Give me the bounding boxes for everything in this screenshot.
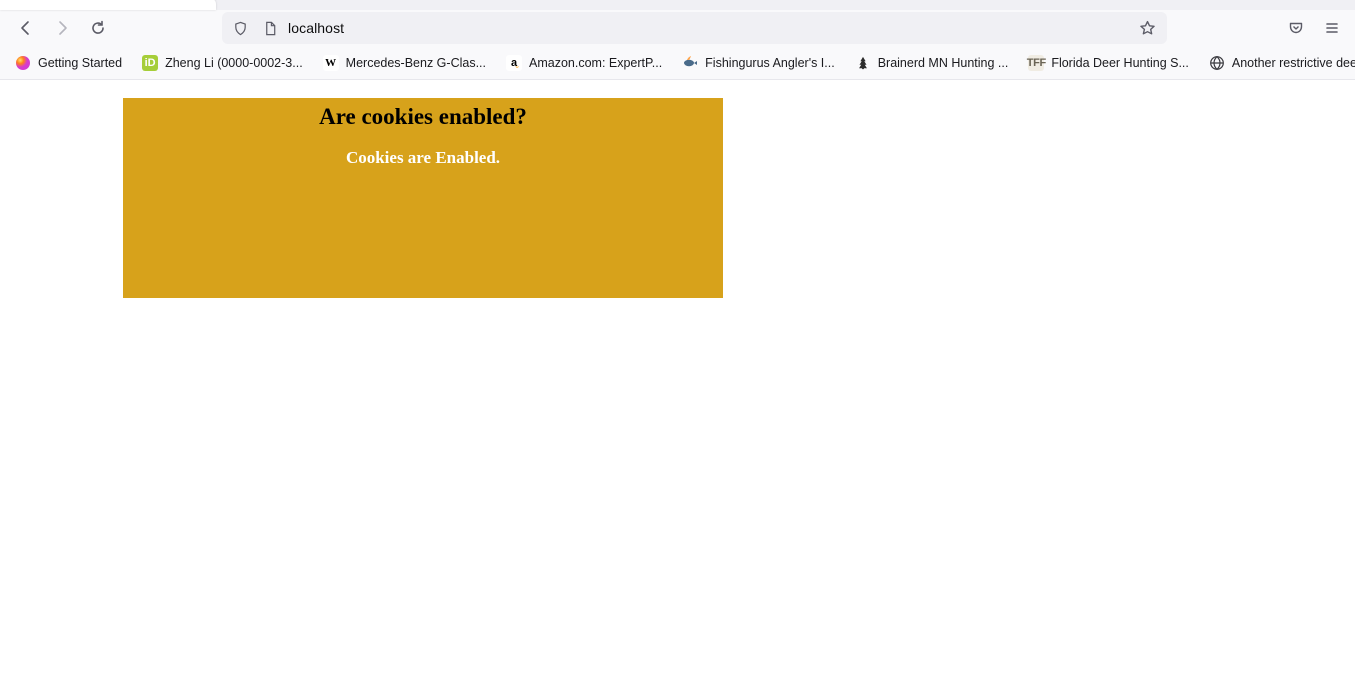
bookmark-item[interactable]: iD Zheng Li (0000-0002-3...: [133, 51, 312, 75]
globe-icon: [1209, 55, 1225, 71]
bookmark-label: Zheng Li (0000-0002-3...: [165, 56, 303, 70]
page-viewport: Are cookies enabled? Cookies are Enabled…: [0, 80, 1355, 686]
browser-chrome: localhost Getting Started iD Zheng Li (0…: [0, 0, 1355, 80]
bookmark-label: Florida Deer Hunting S...: [1051, 56, 1189, 70]
bookmark-label: Fishingurus Angler's I...: [705, 56, 835, 70]
shield-icon[interactable]: [228, 16, 252, 40]
bookmark-label: Brainerd MN Hunting ...: [878, 56, 1009, 70]
wikipedia-icon: W: [323, 55, 339, 71]
url-bar[interactable]: localhost: [222, 12, 1167, 44]
page-icon: [258, 16, 282, 40]
card-status-text: Cookies are Enabled.: [123, 148, 723, 168]
bookmark-label: Amazon.com: ExpertP...: [529, 56, 662, 70]
back-button[interactable]: [10, 12, 42, 44]
bookmark-item[interactable]: Another restrictive dee...: [1200, 51, 1355, 75]
cookie-status-card: Are cookies enabled? Cookies are Enabled…: [123, 98, 723, 298]
bookmark-item[interactable]: TFF Florida Deer Hunting S...: [1019, 51, 1198, 75]
firefox-icon: [15, 55, 31, 71]
orcid-icon: iD: [142, 55, 158, 71]
bookmarks-toolbar: Getting Started iD Zheng Li (0000-0002-3…: [0, 46, 1355, 80]
tree-icon: [855, 55, 871, 71]
active-tab[interactable]: [0, 0, 216, 10]
amazon-icon: a̮: [506, 55, 522, 71]
card-heading: Are cookies enabled?: [123, 104, 723, 130]
fish-icon: [682, 55, 698, 71]
tff-icon: TFF: [1028, 55, 1044, 71]
bookmark-item[interactable]: Getting Started: [6, 51, 131, 75]
bookmark-label: Another restrictive dee...: [1232, 56, 1355, 70]
nav-toolbar: localhost: [0, 10, 1355, 46]
tab-strip: [0, 0, 1355, 10]
toolbar-right: [1281, 12, 1347, 44]
bookmark-label: Getting Started: [38, 56, 122, 70]
bookmark-item[interactable]: Brainerd MN Hunting ...: [846, 51, 1018, 75]
app-menu-icon[interactable]: [1317, 12, 1347, 44]
reload-button[interactable]: [82, 12, 114, 44]
bookmark-item[interactable]: Fishingurus Angler's I...: [673, 51, 844, 75]
bookmark-star-icon[interactable]: [1133, 20, 1161, 37]
bookmark-item[interactable]: W Mercedes-Benz G-Clas...: [314, 51, 495, 75]
bookmark-item[interactable]: a̮ Amazon.com: ExpertP...: [497, 51, 671, 75]
bookmark-label: Mercedes-Benz G-Clas...: [346, 56, 486, 70]
forward-button[interactable]: [46, 12, 78, 44]
pocket-icon[interactable]: [1281, 12, 1311, 44]
url-text[interactable]: localhost: [288, 20, 1127, 36]
